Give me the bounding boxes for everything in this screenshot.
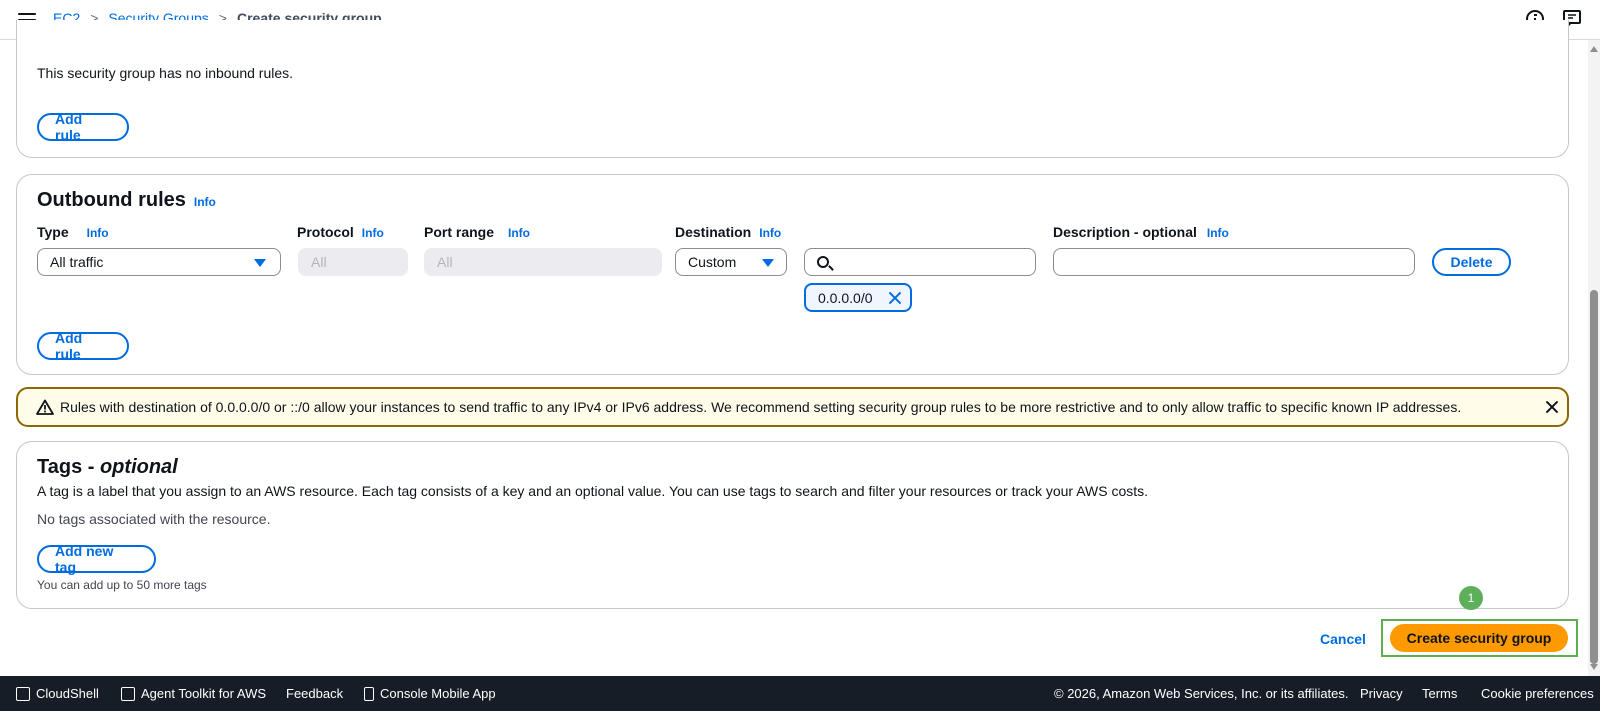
inbound-rules-container: This security group has no inbound rules… <box>16 20 1569 158</box>
description-info-link[interactable]: Info <box>1207 226 1229 240</box>
warning-alert-text: Rules with destination of 0.0.0.0/0 or :… <box>60 399 1462 415</box>
cookie-preferences-link[interactable]: Cookie preferences <box>1481 686 1594 701</box>
tags-title-optional: optional <box>99 456 178 478</box>
outbound-rules-title: Outbound rules Info <box>37 189 216 212</box>
caret-down-icon <box>762 259 774 267</box>
destination-select[interactable]: Custom <box>675 248 787 276</box>
remove-token-icon[interactable] <box>888 291 902 305</box>
destination-select-value: Custom <box>688 254 737 270</box>
destination-info-link[interactable]: Info <box>759 226 781 240</box>
destination-token-label: 0.0.0.0/0 <box>818 289 873 306</box>
protocol-label-text: Protocol <box>297 224 354 240</box>
scroll-up-arrow-icon[interactable] <box>1590 46 1598 52</box>
description-input[interactable] <box>1053 248 1415 276</box>
type-select-value: All traffic <box>50 254 104 270</box>
search-icon <box>817 256 829 268</box>
destination-token: 0.0.0.0/0 <box>804 283 912 312</box>
tags-title-text: Tags - <box>37 456 100 478</box>
add-new-tag-button[interactable]: Add new tag <box>37 543 156 575</box>
tags-title: Tags - optional <box>37 456 178 479</box>
caret-down-icon <box>254 259 266 267</box>
mobile-phone-icon <box>364 686 374 701</box>
warning-alert: Rules with destination of 0.0.0.0/0 or :… <box>16 387 1569 427</box>
mobile-app-link[interactable]: Console Mobile App <box>364 686 496 701</box>
inbound-empty-text: This security group has no inbound rules… <box>37 65 294 81</box>
tags-container: Tags - optional A tag is a label that yo… <box>16 441 1569 609</box>
delete-rule-button[interactable]: Delete <box>1432 248 1511 276</box>
outbound-rules-container: Outbound rules Info Type Info Protocol Info… <box>16 174 1569 375</box>
cancel-button[interactable]: Cancel <box>1320 631 1366 647</box>
description-label: Description - optional Info <box>1053 224 1229 240</box>
tags-empty-text: No tags associated with the resource. <box>37 511 271 527</box>
feedback-link[interactable]: Feedback <box>286 686 343 701</box>
mobile-app-label: Console Mobile App <box>380 686 496 701</box>
toolkit-icon <box>121 686 135 701</box>
create-security-group-button[interactable]: Create security group <box>1390 624 1568 652</box>
step-badge: 1 <box>1459 586 1483 610</box>
destination-search-input[interactable] <box>804 248 1036 276</box>
description-label-text: Description - optional <box>1053 224 1197 240</box>
type-label-text: Type <box>37 224 69 240</box>
destination-label-text: Destination <box>675 224 752 240</box>
cloudshell-link[interactable]: CloudShell <box>16 686 99 701</box>
scroll-down-arrow-icon[interactable] <box>1590 664 1598 670</box>
outbound-rules-heading: Outbound rules <box>37 189 186 211</box>
close-alert-icon[interactable] <box>1545 400 1559 414</box>
cloudshell-icon <box>16 686 30 701</box>
outbound-info-link[interactable]: Info <box>194 195 216 209</box>
port-range-info-link[interactable]: Info <box>508 226 530 240</box>
agent-toolkit-label: Agent Toolkit for AWS <box>141 686 267 701</box>
console-footer: CloudShell Agent Toolkit for AWS Feedbac… <box>0 676 1600 711</box>
port-range-label-text: Port range <box>424 224 495 240</box>
copyright-text: © 2026, Amazon Web Services, Inc. or its… <box>1054 686 1349 701</box>
type-label: Type Info <box>37 224 109 240</box>
cloudshell-label: CloudShell <box>36 686 99 701</box>
scrollbar-thumb[interactable] <box>1590 290 1598 664</box>
agent-toolkit-link[interactable]: Agent Toolkit for AWS <box>121 686 266 701</box>
port-range-label: Port range Info <box>424 224 530 240</box>
type-select[interactable]: All traffic <box>37 248 281 276</box>
page-scrollbar[interactable] <box>1588 40 1600 676</box>
inbound-add-rule-button[interactable]: Add rule <box>37 111 129 143</box>
tags-limit-text: You can add up to 50 more tags <box>37 578 207 592</box>
terms-link[interactable]: Terms <box>1422 686 1457 701</box>
port-range-input: All <box>424 248 662 276</box>
protocol-info-link[interactable]: Info <box>362 226 384 240</box>
warning-icon <box>36 399 54 415</box>
protocol-input: All <box>298 248 408 276</box>
privacy-link[interactable]: Privacy <box>1360 686 1403 701</box>
outbound-add-rule-button[interactable]: Add rule <box>37 330 129 362</box>
destination-label: Destination Info <box>675 224 781 240</box>
type-info-link[interactable]: Info <box>87 226 109 240</box>
protocol-label: Protocol Info <box>297 224 384 240</box>
tags-description: A tag is a label that you assign to an A… <box>37 483 1149 499</box>
